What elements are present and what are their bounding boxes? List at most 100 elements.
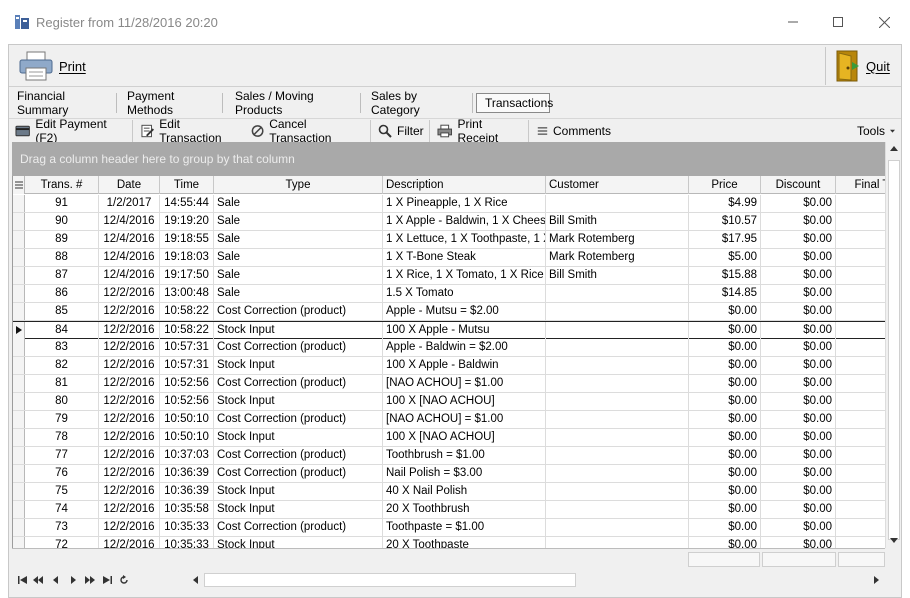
cell-customer[interactable]	[546, 537, 689, 548]
cell-price[interactable]: $4.99	[689, 195, 761, 212]
cell-date[interactable]: 12/2/2016	[99, 519, 160, 536]
cell-description[interactable]: 1 X Lettuce, 1 X Toothpaste, 1 X	[383, 231, 546, 248]
cell-customer[interactable]	[546, 303, 689, 320]
cell-discount[interactable]: $0.00	[761, 303, 836, 320]
cell-type[interactable]: Stock Input	[214, 537, 383, 548]
cell-customer[interactable]: Mark Rotemberg	[546, 231, 689, 248]
cell-customer[interactable]	[546, 447, 689, 464]
filter-button[interactable]: Filter	[374, 120, 430, 142]
cell-discount[interactable]: $0.00	[761, 375, 836, 392]
column-header-date[interactable]: Date	[99, 176, 160, 194]
row-indicator[interactable]	[13, 411, 25, 428]
cell-price[interactable]: $0.00	[689, 429, 761, 446]
cell-description[interactable]: 1 X Apple - Baldwin, 1 X Cheese,	[383, 213, 546, 230]
row-indicator[interactable]	[13, 339, 25, 356]
tools-menu[interactable]: Tools	[853, 120, 899, 142]
cell-time[interactable]: 14:55:44	[160, 195, 214, 212]
cell-final-total[interactable]	[836, 429, 885, 446]
row-indicator[interactable]	[13, 267, 25, 284]
cell-final-total[interactable]: $	[836, 285, 885, 302]
cell-price[interactable]: $0.00	[689, 519, 761, 536]
cell-date[interactable]: 12/2/2016	[99, 357, 160, 374]
cell-date[interactable]: 12/2/2016	[99, 375, 160, 392]
cell-price[interactable]: $0.00	[689, 483, 761, 500]
cell-customer[interactable]	[546, 501, 689, 518]
cell-trans[interactable]: 90	[25, 213, 99, 230]
table-row[interactable]: 83 12/2/2016 10:57:31 Cost Correction (prod…	[13, 339, 885, 357]
cell-price[interactable]: $0.00	[689, 339, 761, 356]
table-row[interactable]: 75 12/2/2016 10:36:39 Stock Input 40 X Nail …	[13, 483, 885, 501]
cell-type[interactable]: Sale	[214, 195, 383, 212]
row-indicator[interactable]	[13, 249, 25, 266]
cell-time[interactable]: 10:37:03	[160, 447, 214, 464]
cell-date[interactable]: 12/2/2016	[99, 303, 160, 320]
horizontal-scroll-thumb[interactable]	[204, 573, 576, 587]
column-header-discount[interactable]: Discount	[761, 176, 836, 194]
cell-discount[interactable]: $0.00	[761, 357, 836, 374]
cell-customer[interactable]: Mark Rotemberg	[546, 249, 689, 266]
cell-type[interactable]: Cost Correction (product)	[214, 339, 383, 356]
cell-final-total[interactable]	[836, 249, 885, 266]
cell-trans[interactable]: 85	[25, 303, 99, 320]
cell-time[interactable]: 10:36:39	[160, 483, 214, 500]
cell-type[interactable]: Stock Input	[214, 501, 383, 518]
column-header-time[interactable]: Time	[160, 176, 214, 194]
cell-description[interactable]: 1 X Rice, 1 X Tomato, 1 X Rice	[383, 267, 546, 284]
cell-time[interactable]: 10:36:39	[160, 465, 214, 482]
row-indicator[interactable]	[13, 285, 25, 302]
row-indicator[interactable]	[13, 483, 25, 500]
row-indicator[interactable]	[13, 447, 25, 464]
cell-trans[interactable]: 84	[25, 322, 99, 339]
cell-date[interactable]: 12/2/2016	[99, 537, 160, 548]
cell-customer[interactable]	[546, 519, 689, 536]
tab-payment-methods[interactable]: Payment Methods	[119, 89, 223, 117]
cell-final-total[interactable]	[836, 537, 885, 548]
cell-time[interactable]: 10:58:22	[160, 322, 214, 339]
cell-final-total[interactable]	[836, 339, 885, 356]
cell-date[interactable]: 12/2/2016	[99, 501, 160, 518]
cell-trans[interactable]: 75	[25, 483, 99, 500]
close-button[interactable]	[861, 8, 907, 36]
cell-type[interactable]: Sale	[214, 231, 383, 248]
cell-type[interactable]: Stock Input	[214, 322, 383, 339]
cell-description[interactable]: Toothpaste = $1.00	[383, 519, 546, 536]
cell-discount[interactable]: $0.00	[761, 501, 836, 518]
cell-description[interactable]: 20 X Toothbrush	[383, 501, 546, 518]
cell-date[interactable]: 12/2/2016	[99, 447, 160, 464]
vertical-scroll-thumb[interactable]	[888, 160, 900, 540]
cell-description[interactable]: 100 X Apple - Baldwin	[383, 357, 546, 374]
cell-discount[interactable]: $0.00	[761, 213, 836, 230]
cell-date[interactable]: 12/2/2016	[99, 429, 160, 446]
cell-date[interactable]: 12/2/2016	[99, 285, 160, 302]
row-indicator[interactable]	[13, 195, 25, 212]
cell-discount[interactable]: $0.00	[761, 195, 836, 212]
cell-time[interactable]: 10:35:58	[160, 501, 214, 518]
row-indicator[interactable]	[13, 519, 25, 536]
edit-payment-button[interactable]: Edit Payment (F2)	[11, 117, 133, 145]
cell-description[interactable]: Apple - Baldwin = $2.00	[383, 339, 546, 356]
comments-button[interactable]: Comments	[533, 120, 615, 142]
table-row[interactable]: 76 12/2/2016 10:36:39 Cost Correction (prod…	[13, 465, 885, 483]
cell-customer[interactable]	[546, 375, 689, 392]
cell-trans[interactable]: 81	[25, 375, 99, 392]
cell-description[interactable]: Apple - Mutsu = $2.00	[383, 303, 546, 320]
cell-description[interactable]: 100 X [NAO ACHOU]	[383, 429, 546, 446]
cell-customer[interactable]: Bill Smith	[546, 213, 689, 230]
table-row[interactable]: 72 12/2/2016 10:35:33 Stock Input 20 X Tooth…	[13, 537, 885, 548]
cell-trans[interactable]: 87	[25, 267, 99, 284]
cell-date[interactable]: 12/2/2016	[99, 465, 160, 482]
cell-type[interactable]: Stock Input	[214, 483, 383, 500]
cell-trans[interactable]: 89	[25, 231, 99, 248]
cell-date[interactable]: 12/4/2016	[99, 249, 160, 266]
cell-discount[interactable]: $0.00	[761, 393, 836, 410]
cell-discount[interactable]: $0.00	[761, 267, 836, 284]
cell-description[interactable]: 1 X T-Bone Steak	[383, 249, 546, 266]
cell-trans[interactable]: 73	[25, 519, 99, 536]
cell-discount[interactable]: $0.00	[761, 249, 836, 266]
cell-customer[interactable]	[546, 429, 689, 446]
row-indicator[interactable]	[13, 393, 25, 410]
cell-discount[interactable]: $0.00	[761, 537, 836, 548]
cell-final-total[interactable]	[836, 375, 885, 392]
prev-page-button[interactable]	[30, 572, 46, 588]
table-row[interactable]: 80 12/2/2016 10:52:56 Stock Input 100 X [NAO…	[13, 393, 885, 411]
